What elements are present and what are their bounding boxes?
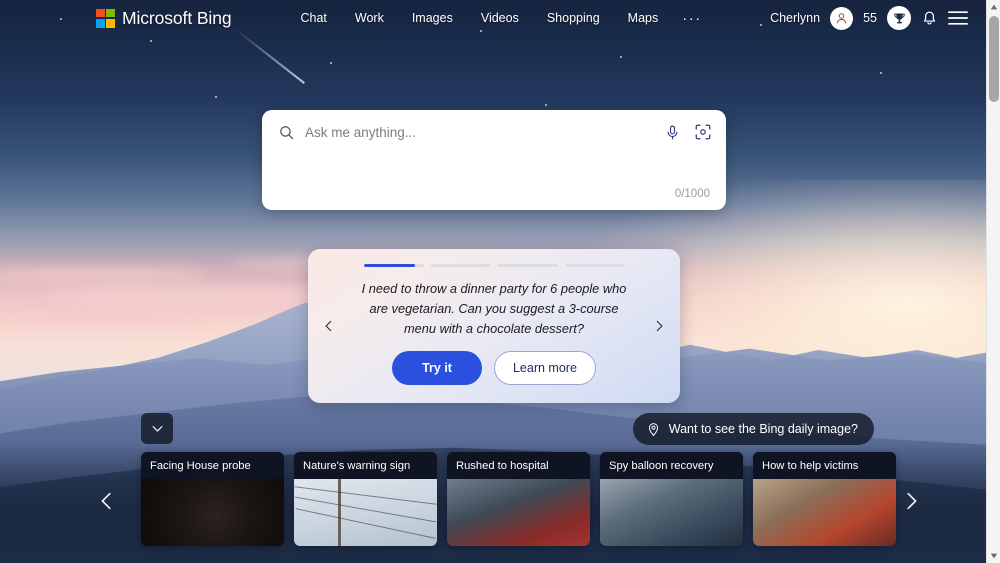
star [215, 96, 217, 98]
news-card-image [294, 479, 437, 546]
scrollbar-thumb[interactable] [989, 16, 999, 102]
news-card[interactable]: How to help victims [753, 452, 896, 546]
microphone-icon [667, 125, 678, 139]
brand-logo[interactable]: Microsoft Bing [96, 7, 232, 29]
search-icon [280, 125, 294, 139]
cloud [0, 312, 200, 323]
search-placeholder: Ask me anything... [305, 124, 417, 140]
star [545, 104, 547, 106]
news-card-title: Nature's warning sign [294, 452, 437, 479]
nav-item-maps[interactable]: Maps [614, 6, 673, 30]
visual-search-button[interactable] [694, 123, 712, 141]
search-input[interactable]: Ask me anything... [278, 124, 664, 141]
chevron-right-icon [907, 492, 917, 510]
location-pin-icon [648, 422, 658, 436]
vertical-scrollbar[interactable] [986, 0, 1000, 563]
site-header: Microsoft Bing Chat Work Images Videos S… [0, 0, 986, 36]
carousel-next-button[interactable] [648, 315, 670, 337]
news-card-title: Spy balloon recovery [600, 452, 743, 479]
nav-item-work[interactable]: Work [341, 6, 398, 30]
nav-item-videos[interactable]: Videos [467, 6, 533, 30]
search-row: Ask me anything... [262, 110, 726, 154]
try-it-button[interactable]: Try it [392, 351, 482, 385]
header-actions: Cherlynn 55 [770, 6, 968, 30]
news-card[interactable]: Nature's warning sign [294, 452, 437, 546]
news-carousel: Facing House probe Nature's warning sign… [141, 452, 896, 546]
expand-feed-button[interactable] [141, 413, 173, 444]
brand-name: Microsoft Bing [122, 7, 232, 28]
learn-more-button[interactable]: Learn more [493, 351, 596, 385]
person-icon [837, 12, 847, 23]
nav-item-shopping[interactable]: Shopping [533, 6, 614, 30]
chevron-right-icon [656, 320, 663, 332]
rewards-button[interactable] [887, 6, 911, 30]
chevron-left-icon [325, 320, 332, 332]
hamburger-menu-icon [948, 11, 968, 25]
triangle-up-icon [990, 4, 998, 10]
search-box[interactable]: Ask me anything... 0/1000 [262, 110, 726, 210]
reward-points: 55 [863, 11, 877, 25]
star [880, 72, 882, 74]
character-counter: 0/1000 [674, 188, 710, 200]
news-prev-button[interactable] [93, 487, 121, 515]
user-name: Cherlynn [770, 11, 821, 25]
scroll-down-button[interactable] [987, 549, 1000, 563]
search-tools [664, 123, 712, 141]
voice-search-button[interactable] [664, 124, 681, 141]
camera-scan-icon [695, 124, 711, 140]
daily-image-label: Want to see the Bing daily image? [668, 422, 858, 436]
news-card-image [753, 479, 896, 546]
microsoft-logo-icon [96, 8, 115, 28]
news-card[interactable]: Spy balloon recovery [600, 452, 743, 546]
scroll-up-button[interactable] [987, 0, 1000, 14]
carousel-prev-button[interactable] [318, 315, 340, 337]
main-nav: Chat Work Images Videos Shopping Maps ··… [286, 6, 711, 30]
news-card-image [447, 479, 590, 546]
notifications-button[interactable] [921, 10, 938, 27]
bing-homepage: Microsoft Bing Chat Work Images Videos S… [0, 0, 1000, 563]
star [330, 62, 332, 64]
trophy-icon [893, 13, 905, 23]
cloud [40, 288, 340, 300]
menu-button[interactable] [948, 10, 968, 26]
suggestion-actions: Try it Learn more [392, 351, 596, 385]
daily-image-prompt[interactable]: Want to see the Bing daily image? [632, 413, 874, 445]
nav-more-icon[interactable]: ··· [672, 8, 712, 29]
suggestion-carousel-card: I need to throw a dinner party for 6 peo… [308, 249, 680, 403]
news-card[interactable]: Facing House probe [141, 452, 284, 546]
nav-item-chat[interactable]: Chat [286, 6, 340, 30]
news-card-image [600, 479, 743, 546]
bell-icon [923, 11, 936, 24]
triangle-down-icon [990, 553, 998, 559]
nav-item-images[interactable]: Images [398, 6, 467, 30]
chevron-left-icon [101, 492, 111, 510]
star [620, 56, 622, 58]
avatar[interactable] [830, 6, 854, 30]
news-next-button[interactable] [897, 487, 925, 515]
chevron-down-icon [152, 426, 162, 432]
suggestion-body: I need to throw a dinner party for 6 peo… [308, 267, 680, 351]
news-card[interactable]: Rushed to hospital [447, 452, 590, 546]
suggestion-prompt-text: I need to throw a dinner party for 6 peo… [361, 281, 627, 336]
news-card-title: Rushed to hospital [447, 452, 590, 479]
news-card-title: Facing House probe [141, 452, 284, 479]
news-card-image [141, 479, 284, 546]
star [150, 40, 152, 42]
news-card-title: How to help victims [753, 452, 896, 479]
